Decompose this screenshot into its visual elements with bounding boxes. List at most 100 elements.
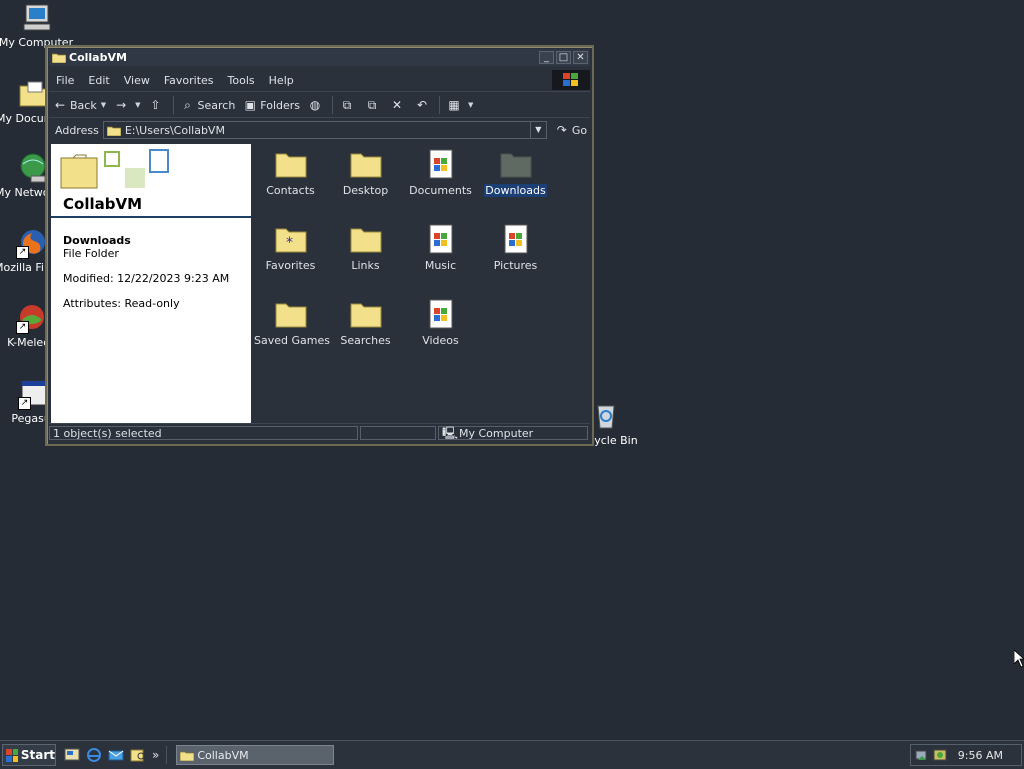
go-arrow-icon: ↷ [556, 123, 567, 137]
menu-edit[interactable]: Edit [81, 74, 116, 87]
delete-button[interactable]: ✕ [386, 95, 411, 115]
file-item-links[interactable]: Links [328, 223, 403, 272]
back-arrow-icon: ← [54, 98, 66, 112]
status-zone: 🖳 My Computer [438, 426, 588, 440]
internet-explorer-icon[interactable] [86, 747, 102, 763]
up-folder-icon: ⇧ [150, 98, 161, 112]
folder-icon [274, 298, 308, 330]
file-item-label: Links [351, 259, 380, 272]
file-item-desktop[interactable]: Desktop [328, 148, 403, 197]
shortcut-arrow-icon: ↗ [16, 246, 29, 259]
folders-button[interactable]: ▣ Folders [239, 95, 304, 115]
file-item-label: Music [424, 259, 457, 272]
k-meleon-icon: ↗ [16, 302, 48, 334]
document-icon [424, 148, 458, 180]
folder-icon [349, 298, 383, 330]
menu-file[interactable]: File [49, 74, 81, 87]
history-button[interactable]: ◍ [304, 95, 329, 115]
file-item-pictures[interactable]: Pictures [478, 223, 553, 272]
start-button[interactable]: Start [2, 744, 56, 766]
desktop-icon-my-computer[interactable]: My Computer [0, 2, 74, 49]
maximize-button[interactable]: □ [556, 51, 571, 64]
explorer-search-icon[interactable] [130, 747, 146, 763]
file-item-label: Favorites [265, 259, 316, 272]
title-bar[interactable]: CollabVM _ □ ✕ [49, 49, 590, 66]
file-item-music[interactable]: Music [403, 223, 478, 272]
go-label: Go [571, 123, 588, 137]
minimize-button[interactable]: _ [539, 51, 554, 64]
file-item-favorites[interactable]: * Favorites [253, 223, 328, 272]
copy-to-button[interactable]: ⧉ [361, 95, 386, 115]
file-item-saved-games[interactable]: Saved Games [253, 298, 330, 347]
search-button[interactable]: ⌕ Search [177, 95, 240, 115]
folder-icon [349, 223, 383, 255]
file-item-label: Documents [409, 184, 472, 197]
file-item-label: Videos [422, 334, 459, 347]
address-bar: Address E:\Users\CollabVM ▼ ↷ Go [49, 119, 590, 141]
file-item-label: Saved Games [254, 334, 330, 347]
chevron-down-icon[interactable]: ▼ [468, 101, 473, 109]
views-button[interactable]: ▦ ▼ [443, 95, 477, 115]
explorer-window[interactable]: CollabVM _ □ ✕ File Edit View Favorites … [45, 45, 594, 446]
windows-logo-icon [6, 748, 18, 762]
views-icon: ▦ [448, 98, 460, 112]
computer-icon [20, 2, 52, 34]
more-quick-launch-button[interactable]: » [152, 748, 159, 762]
network-status-icon[interactable] [915, 748, 929, 762]
outlook-express-icon[interactable] [108, 747, 124, 763]
back-button[interactable]: ← Back ▼ [49, 95, 110, 115]
document-icon [424, 223, 458, 255]
safely-remove-icon[interactable] [933, 748, 947, 762]
recycle-bin-icon [590, 400, 622, 432]
show-desktop-icon[interactable] [64, 747, 80, 763]
status-zone-label: My Computer [459, 426, 534, 440]
go-button[interactable]: ↷ Go [555, 123, 587, 137]
file-item-label: Downloads [484, 184, 547, 197]
taskbar: Start » CollabVM 9:56 AM [0, 740, 1024, 769]
quick-launch: » [64, 747, 163, 763]
folders-icon: ▣ [244, 98, 256, 112]
close-button[interactable]: ✕ [573, 51, 588, 64]
details-header: CollabVM [51, 144, 251, 218]
menu-tools[interactable]: Tools [221, 74, 262, 87]
menu-view[interactable]: View [117, 74, 157, 87]
file-item-videos[interactable]: Videos [403, 298, 478, 347]
address-input[interactable]: E:\Users\CollabVM ▼ [102, 121, 547, 139]
toolbar-separator [172, 96, 174, 114]
file-item-contacts[interactable]: Contacts [253, 148, 328, 197]
chevron-down-icon[interactable]: ▼ [101, 101, 106, 109]
chevron-down-icon[interactable]: ▼ [135, 101, 140, 109]
menu-favorites[interactable]: Favorites [157, 74, 221, 87]
chevron-down-icon[interactable]: ▼ [529, 122, 546, 138]
file-item-downloads[interactable]: Downloads [478, 148, 553, 197]
file-item-searches[interactable]: Searches [328, 298, 403, 347]
selected-item-type: File Folder [63, 247, 119, 260]
search-label: Search [197, 98, 236, 112]
file-item-documents[interactable]: Documents [403, 148, 478, 197]
task-button-collabvm[interactable]: CollabVM [176, 745, 335, 765]
folder-icon [349, 148, 383, 180]
clock[interactable]: 9:56 AM [958, 749, 1003, 762]
window-title: CollabVM [69, 51, 127, 64]
toolbar-separator [332, 96, 334, 114]
forward-arrow-icon: → [116, 98, 127, 112]
folder-banner-icon [60, 149, 169, 189]
windows-logo-icon [552, 70, 590, 90]
file-item-label: Contacts [266, 184, 315, 197]
shortcut-arrow-icon: ↗ [18, 397, 31, 410]
folder-icon [106, 126, 121, 136]
up-folder-button[interactable]: ⇧ [145, 95, 170, 115]
svg-text:*: * [286, 235, 293, 251]
history-icon: ◍ [309, 98, 321, 112]
move-to-button[interactable]: ⧉ [336, 95, 361, 115]
document-icon [424, 298, 458, 330]
forward-button[interactable]: → ▼ [110, 95, 144, 115]
back-label: Back [70, 98, 97, 112]
file-list: Contacts Desktop Documents Downloads * F… [253, 144, 591, 424]
undo-button[interactable]: ↶ [411, 95, 436, 115]
toolbar-separator [439, 96, 441, 114]
menu-help[interactable]: Help [262, 74, 301, 87]
menu-bar: File Edit View Favorites Tools Help [49, 69, 590, 92]
toolbar: ← Back ▼ → ▼ ⇧ ⌕ Search ▣ Folders ◍ ⧉ ⧉ ✕ ↶ ▦… [49, 93, 590, 118]
address-label: Address [55, 123, 99, 137]
